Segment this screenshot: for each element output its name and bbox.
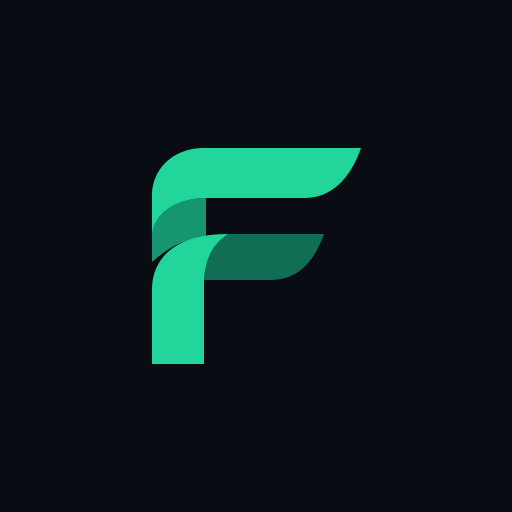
- app-icon-canvas: [0, 0, 512, 512]
- f-middle-bar-shape: [204, 234, 324, 280]
- f-logo-icon: [152, 148, 361, 364]
